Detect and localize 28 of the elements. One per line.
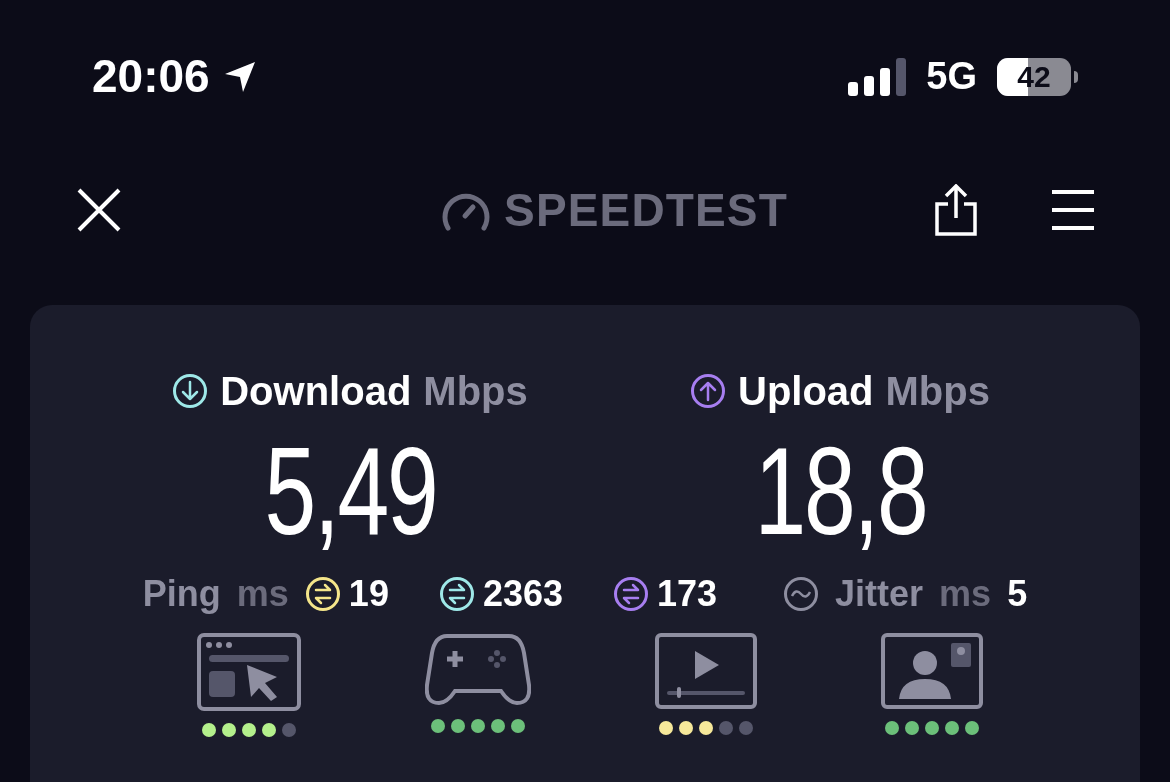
ping-value: 2363 [482, 572, 563, 616]
video-call-icon [881, 633, 983, 709]
ping-value: 19 [348, 572, 389, 616]
ping-icon [613, 576, 649, 612]
status-time: 20:06 [92, 49, 210, 104]
metric-value: 18,8 [754, 421, 926, 561]
metric-value: 5,49 [264, 421, 436, 561]
jitter-label: Jitter [835, 572, 924, 616]
network-label: 5G [926, 54, 977, 99]
share-button[interactable] [934, 184, 978, 236]
jitter-value: 5 [1007, 572, 1028, 616]
browser-cursor-icon [197, 633, 301, 711]
jitter-icon [783, 576, 820, 612]
menu-button[interactable] [1050, 189, 1096, 231]
metric-label: Download [220, 368, 412, 415]
metric-label: Upload [738, 368, 874, 415]
ping-unit: ms [236, 572, 289, 616]
signal-icon [848, 57, 907, 96]
gamepad-icon [425, 633, 531, 707]
jitter-unit: ms [939, 572, 992, 616]
metric-unit: Mbps [423, 368, 528, 415]
video-player-icon [655, 633, 757, 709]
app-logo: SPEEDTEST [504, 182, 788, 238]
ping-icon [438, 576, 475, 612]
ping-label: Ping [142, 572, 221, 616]
ping-icon [304, 576, 341, 612]
metric-unit: Mbps [885, 368, 990, 415]
ping-value: 173 [657, 572, 718, 616]
